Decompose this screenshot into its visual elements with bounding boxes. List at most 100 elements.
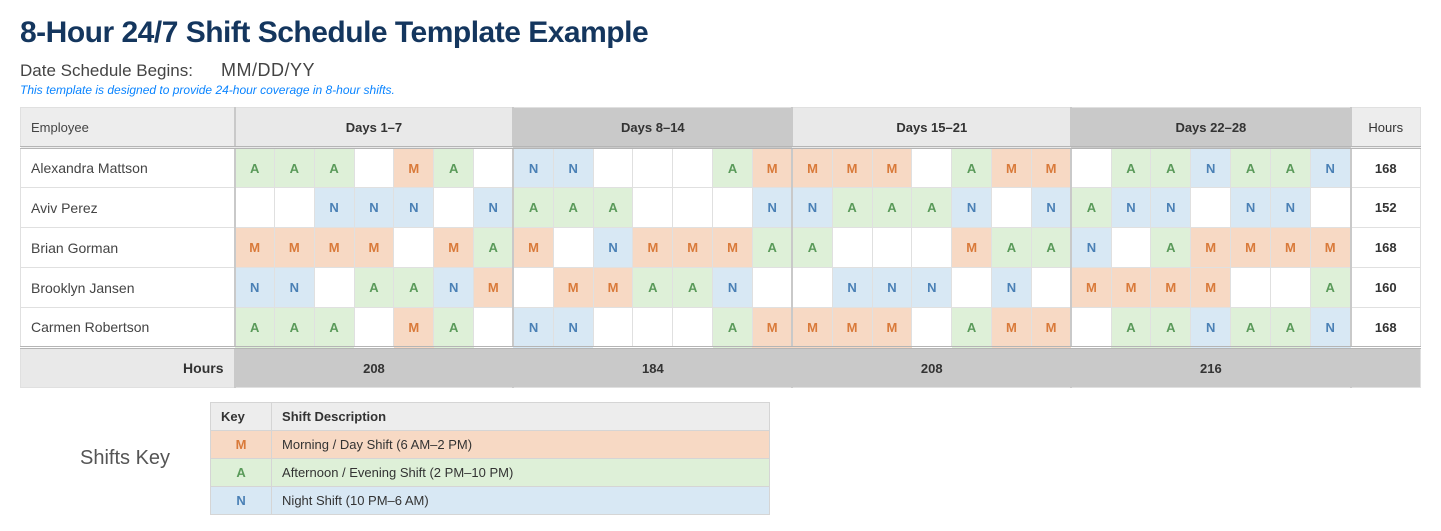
shift-cell[interactable]: M	[1191, 228, 1231, 268]
shift-cell[interactable]: M	[992, 308, 1032, 348]
shift-cell[interactable]: M	[593, 268, 633, 308]
shift-cell[interactable]: N	[553, 308, 593, 348]
shift-cell[interactable]	[992, 188, 1032, 228]
shift-cell[interactable]: A	[713, 148, 753, 188]
shift-cell[interactable]: N	[872, 268, 912, 308]
shift-cell[interactable]: M	[633, 228, 673, 268]
shift-cell[interactable]: N	[1310, 148, 1350, 188]
shift-cell[interactable]: N	[394, 188, 434, 228]
shift-cell[interactable]	[474, 308, 514, 348]
shift-cell[interactable]: M	[792, 308, 832, 348]
shift-cell[interactable]: A	[593, 188, 633, 228]
shift-cell[interactable]: A	[952, 148, 992, 188]
shift-cell[interactable]: A	[1310, 268, 1350, 308]
shift-cell[interactable]	[354, 308, 394, 348]
shift-cell[interactable]: N	[1031, 188, 1071, 228]
shift-cell[interactable]: A	[474, 228, 514, 268]
shift-cell[interactable]	[673, 188, 713, 228]
shift-cell[interactable]	[513, 268, 553, 308]
shift-cell[interactable]: M	[314, 228, 354, 268]
shift-cell[interactable]: M	[394, 308, 434, 348]
shift-cell[interactable]: A	[792, 228, 832, 268]
shift-cell[interactable]: A	[1071, 188, 1111, 228]
shift-cell[interactable]: A	[274, 148, 314, 188]
shift-cell[interactable]	[633, 148, 673, 188]
shift-cell[interactable]: A	[912, 188, 952, 228]
shift-cell[interactable]	[394, 228, 434, 268]
shift-cell[interactable]	[1031, 268, 1071, 308]
shift-cell[interactable]: N	[513, 308, 553, 348]
shift-cell[interactable]: N	[235, 268, 275, 308]
shift-cell[interactable]: N	[792, 188, 832, 228]
shift-cell[interactable]	[1071, 308, 1111, 348]
shift-cell[interactable]	[1071, 148, 1111, 188]
shift-cell[interactable]: N	[314, 188, 354, 228]
shift-cell[interactable]	[314, 268, 354, 308]
shift-cell[interactable]: N	[832, 268, 872, 308]
shift-cell[interactable]: M	[354, 228, 394, 268]
shift-cell[interactable]: N	[1270, 188, 1310, 228]
shift-cell[interactable]	[354, 148, 394, 188]
shift-cell[interactable]	[912, 308, 952, 348]
shift-cell[interactable]: M	[752, 308, 792, 348]
shift-cell[interactable]: M	[394, 148, 434, 188]
shift-cell[interactable]	[713, 188, 753, 228]
shift-cell[interactable]: A	[394, 268, 434, 308]
shift-cell[interactable]: M	[1270, 228, 1310, 268]
shift-cell[interactable]	[1231, 268, 1271, 308]
shift-cell[interactable]	[752, 268, 792, 308]
shift-cell[interactable]: A	[1111, 308, 1151, 348]
shift-cell[interactable]	[474, 148, 514, 188]
shift-cell[interactable]	[872, 228, 912, 268]
shift-cell[interactable]: M	[434, 228, 474, 268]
shift-cell[interactable]: N	[713, 268, 753, 308]
shift-cell[interactable]: N	[1191, 308, 1231, 348]
shift-cell[interactable]	[673, 148, 713, 188]
shift-cell[interactable]: A	[1151, 148, 1191, 188]
shift-cell[interactable]	[553, 228, 593, 268]
shift-cell[interactable]: A	[713, 308, 753, 348]
shift-cell[interactable]: N	[274, 268, 314, 308]
shift-cell[interactable]: N	[434, 268, 474, 308]
shift-cell[interactable]: M	[832, 148, 872, 188]
shift-cell[interactable]: A	[673, 268, 713, 308]
shift-cell[interactable]: A	[314, 308, 354, 348]
shift-cell[interactable]: N	[1071, 228, 1111, 268]
shift-cell[interactable]: N	[553, 148, 593, 188]
shift-cell[interactable]: A	[872, 188, 912, 228]
shift-cell[interactable]: M	[752, 148, 792, 188]
shift-cell[interactable]: A	[1031, 228, 1071, 268]
shift-cell[interactable]: N	[912, 268, 952, 308]
shift-cell[interactable]	[673, 308, 713, 348]
shift-cell[interactable]: A	[1231, 148, 1271, 188]
shift-cell[interactable]: A	[992, 228, 1032, 268]
shift-cell[interactable]	[593, 148, 633, 188]
shift-cell[interactable]: N	[513, 148, 553, 188]
shift-cell[interactable]: A	[752, 228, 792, 268]
shift-cell[interactable]: M	[235, 228, 275, 268]
shift-cell[interactable]: A	[633, 268, 673, 308]
shift-cell[interactable]: N	[992, 268, 1032, 308]
shift-cell[interactable]: N	[1191, 148, 1231, 188]
shift-cell[interactable]	[1191, 188, 1231, 228]
shift-cell[interactable]: A	[314, 148, 354, 188]
shift-cell[interactable]: N	[1151, 188, 1191, 228]
shift-cell[interactable]: A	[1151, 228, 1191, 268]
shift-cell[interactable]: A	[513, 188, 553, 228]
shift-cell[interactable]: N	[952, 188, 992, 228]
shift-cell[interactable]: A	[1270, 148, 1310, 188]
shift-cell[interactable]: M	[513, 228, 553, 268]
shift-cell[interactable]: M	[1191, 268, 1231, 308]
shift-cell[interactable]: N	[1310, 308, 1350, 348]
shift-cell[interactable]: A	[1111, 148, 1151, 188]
shift-cell[interactable]	[593, 308, 633, 348]
shift-cell[interactable]: M	[1151, 268, 1191, 308]
shift-cell[interactable]: A	[832, 188, 872, 228]
shift-cell[interactable]: M	[713, 228, 753, 268]
shift-cell[interactable]: M	[992, 148, 1032, 188]
shift-cell[interactable]: M	[673, 228, 713, 268]
shift-cell[interactable]: M	[474, 268, 514, 308]
shift-cell[interactable]	[633, 308, 673, 348]
shift-cell[interactable]: A	[1270, 308, 1310, 348]
shift-cell[interactable]: M	[1310, 228, 1350, 268]
